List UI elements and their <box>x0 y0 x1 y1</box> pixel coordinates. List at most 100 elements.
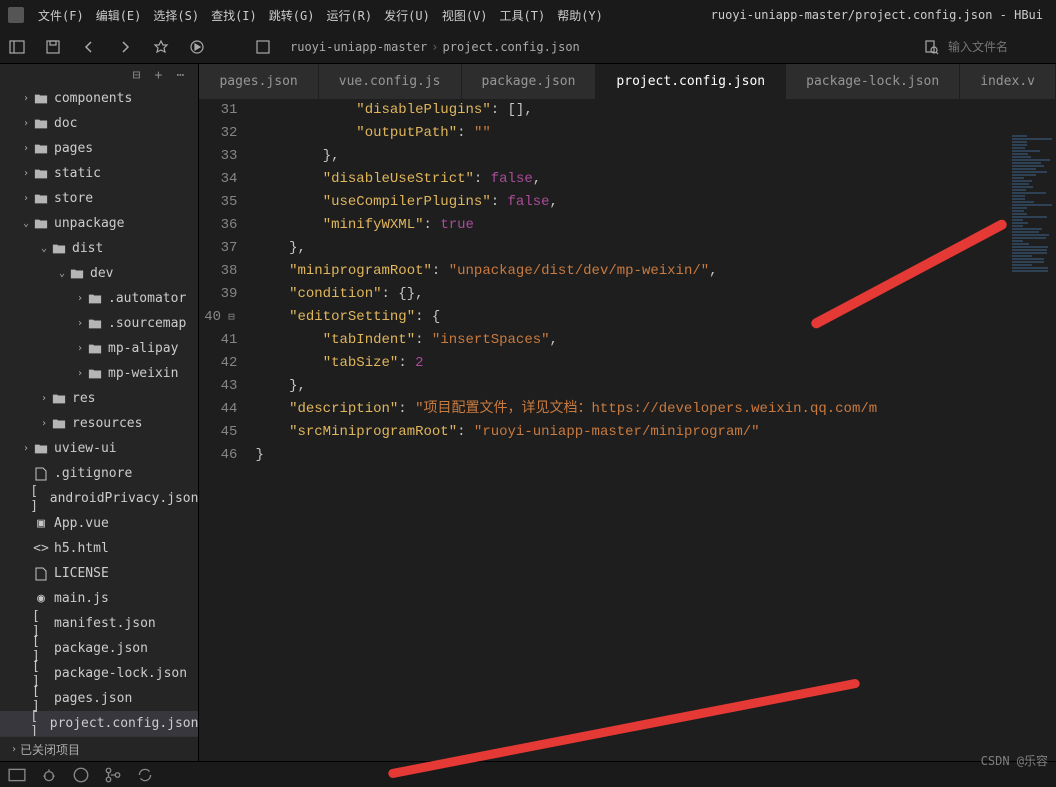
save-icon[interactable] <box>44 38 62 56</box>
folder-item[interactable]: ›static <box>0 161 198 186</box>
file-item[interactable]: [ ]androidPrivacy.json <box>0 486 198 511</box>
star-icon[interactable] <box>152 38 170 56</box>
chevron-down-icon: ⌄ <box>38 243 50 254</box>
menu-item[interactable]: 发行(U) <box>378 9 436 23</box>
back-icon[interactable] <box>80 38 98 56</box>
search-file-icon[interactable] <box>922 38 940 56</box>
breadcrumb: ruoyi-uniapp-master › project.config.jso… <box>290 40 580 54</box>
more-icon[interactable]: ⋯ <box>176 68 190 82</box>
file-icon: [ ] <box>30 491 45 507</box>
menu-item[interactable]: 编辑(E) <box>90 9 148 23</box>
folder-item[interactable]: ›uview-ui <box>0 436 198 461</box>
window-title: ruoyi-uniapp-master/project.config.json … <box>711 8 1048 22</box>
file-item[interactable]: LICENSE <box>0 561 198 586</box>
warning-icon[interactable] <box>72 766 90 784</box>
file-icon: <> <box>32 541 50 557</box>
breadcrumb-file[interactable]: project.config.json <box>443 40 580 54</box>
folder-item[interactable]: ›.automator <box>0 286 198 311</box>
folder-icon <box>68 266 86 282</box>
file-item[interactable]: [ ]manifest.json <box>0 611 198 636</box>
folder-item[interactable]: ›pages <box>0 136 198 161</box>
folder-item[interactable]: ›res <box>0 386 198 411</box>
file-item[interactable]: [ ]package-lock.json <box>0 661 198 686</box>
menu-item[interactable]: 选择(S) <box>147 9 205 23</box>
sidebar-header: ⊟ + ⋯ <box>0 64 198 86</box>
editor-tab[interactable]: vue.config.js <box>319 64 462 99</box>
chevron-right-icon: › <box>38 393 50 404</box>
folder-icon <box>32 441 50 457</box>
folder-item[interactable]: ⌄unpackage <box>0 211 198 236</box>
breadcrumb-root[interactable]: ruoyi-uniapp-master <box>290 40 427 54</box>
minimap[interactable] <box>1008 134 1056 761</box>
add-icon[interactable]: + <box>154 68 168 82</box>
search-input[interactable] <box>948 40 1048 54</box>
folder-item[interactable]: ›mp-weixin <box>0 361 198 386</box>
editor-tab[interactable]: package-lock.json <box>786 64 960 99</box>
editor-tab[interactable]: package.json <box>462 64 597 99</box>
tree-item-label: h5.html <box>54 541 109 556</box>
chevron-right-icon: › <box>20 443 32 454</box>
file-item[interactable]: [ ]pages.json <box>0 686 198 711</box>
tree-item-label: pages <box>54 141 93 156</box>
folder-item[interactable]: ›resources <box>0 411 198 436</box>
file-item[interactable]: <> h5.html <box>0 536 198 561</box>
code-lines[interactable]: "disablePlugins": [], "outputPath": "" }… <box>247 99 1056 761</box>
tree-item-label: .automator <box>108 291 186 306</box>
menu-item[interactable]: 帮助(Y) <box>551 9 609 23</box>
panel-toggle-icon[interactable] <box>8 38 26 56</box>
menu-item[interactable]: 运行(R) <box>320 9 378 23</box>
bug-icon[interactable] <box>40 766 58 784</box>
menubar-left: 文件(F)编辑(E)选择(S)查找(I)跳转(G)运行(R)发行(U)视图(V)… <box>8 7 609 24</box>
tree-item-label: mp-alipay <box>108 341 178 356</box>
folder-item[interactable]: ›mp-alipay <box>0 336 198 361</box>
folder-item[interactable]: ›doc <box>0 111 198 136</box>
chevron-right-icon: › <box>20 168 32 179</box>
terminal-icon[interactable] <box>8 766 26 784</box>
folder-item[interactable]: ⌄dev <box>0 261 198 286</box>
git-icon[interactable] <box>104 766 122 784</box>
editor-tab[interactable]: project.config.json <box>596 64 786 99</box>
folder-icon <box>32 116 50 132</box>
sync-icon[interactable] <box>136 766 154 784</box>
menu-item[interactable]: 视图(V) <box>436 9 494 23</box>
folder-item[interactable]: ›.sourcemap <box>0 311 198 336</box>
code-editor[interactable]: 31323334353637383940 ⊟414243444546 "disa… <box>199 99 1056 761</box>
forward-icon[interactable] <box>116 38 134 56</box>
folder-icon <box>50 391 68 407</box>
run-icon[interactable] <box>188 38 206 56</box>
chevron-right-icon: › <box>8 744 20 755</box>
folder-item[interactable]: ›store <box>0 186 198 211</box>
collapse-all-icon[interactable]: ⊟ <box>132 68 146 82</box>
menu-item[interactable]: 查找(I) <box>205 9 263 23</box>
menu-item[interactable]: 跳转(G) <box>263 9 321 23</box>
chevron-right-icon: › <box>431 40 438 54</box>
tree-item-label: main.js <box>54 591 109 606</box>
tree-item-label: package-lock.json <box>54 666 187 681</box>
tree-item-label: manifest.json <box>54 616 156 631</box>
folder-item[interactable]: ⌄dist <box>0 236 198 261</box>
closed-projects[interactable]: › 已关闭项目 <box>0 736 198 761</box>
folder-icon <box>32 91 50 107</box>
file-item[interactable]: ◉main.js <box>0 586 198 611</box>
folder-item[interactable]: ›components <box>0 86 198 111</box>
toolbar: ruoyi-uniapp-master › project.config.jso… <box>0 30 1056 64</box>
file-item[interactable]: ▣App.vue <box>0 511 198 536</box>
folder-icon <box>86 366 104 382</box>
file-explorer: ⊟ + ⋯ ›components›doc›pages›static›store… <box>0 64 199 761</box>
menubar: 文件(F)编辑(E)选择(S)查找(I)跳转(G)运行(R)发行(U)视图(V)… <box>0 0 1056 30</box>
editor-tab[interactable]: pages.json <box>199 64 318 99</box>
tree-item-label: pages.json <box>54 691 132 706</box>
statusbar <box>0 761 1056 787</box>
breadcrumb-root-icon[interactable] <box>254 38 272 56</box>
file-item[interactable]: .gitignore <box>0 461 198 486</box>
editor-tab[interactable]: index.v <box>960 64 1056 99</box>
file-item[interactable]: [ ]project.config.json <box>0 711 198 736</box>
file-item[interactable]: [ ]package.json <box>0 636 198 661</box>
tree-item-label: App.vue <box>54 516 109 531</box>
folder-icon <box>50 241 68 257</box>
tree-item-label: resources <box>72 416 142 431</box>
menu-item[interactable]: 工具(T) <box>494 9 552 23</box>
chevron-right-icon: › <box>74 318 86 329</box>
menu-item[interactable]: 文件(F) <box>32 9 90 23</box>
watermark: CSDN @乐容 <box>981 752 1048 769</box>
